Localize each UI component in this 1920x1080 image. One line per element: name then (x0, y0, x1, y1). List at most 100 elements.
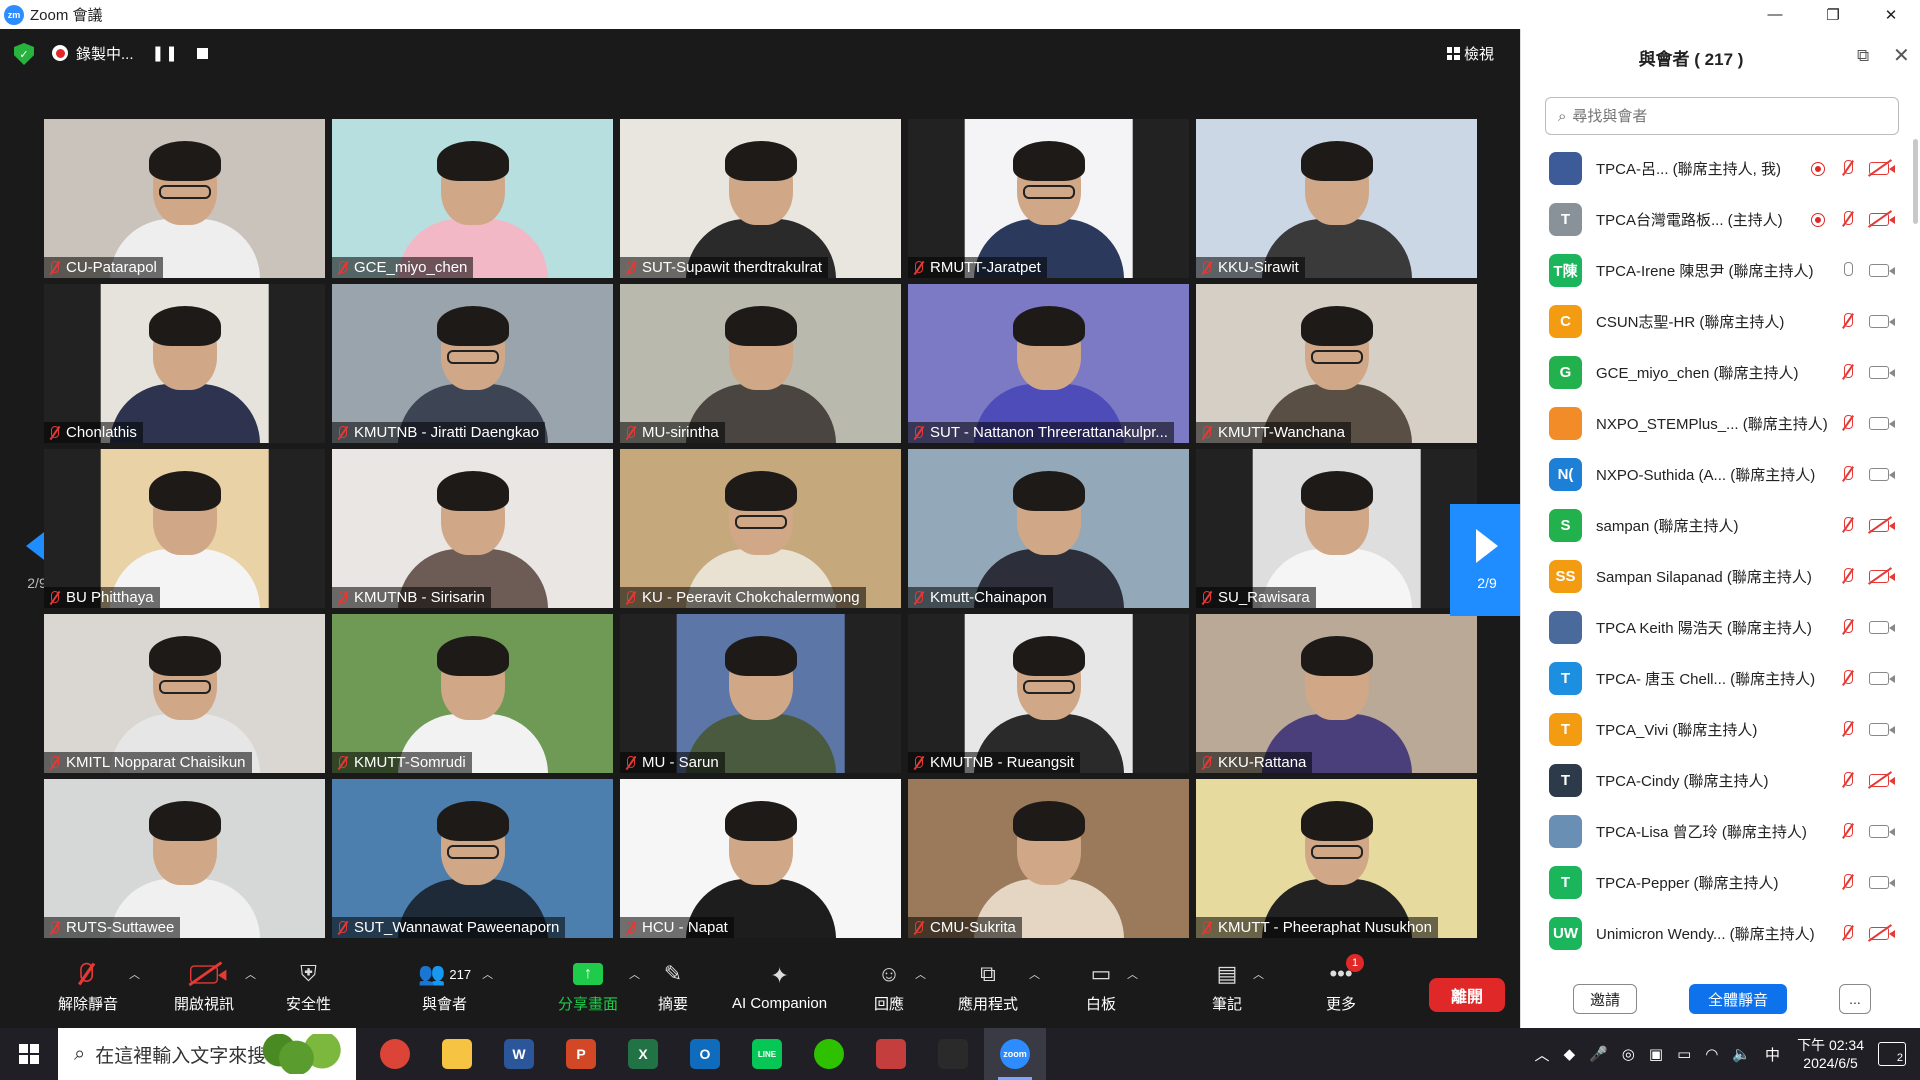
video-tile[interactable]: Chonlathis (44, 284, 325, 443)
chevron-up-icon[interactable]: ︿ (129, 966, 140, 982)
microphone-muted-icon[interactable] (1841, 873, 1855, 893)
view-button[interactable]: 檢視 (1446, 43, 1494, 64)
ai-companion-button[interactable]: ✦ AI Companion (732, 952, 827, 1022)
video-tile[interactable]: SUT - Nattanon Threerattanakulpr... (908, 284, 1189, 443)
participant-row[interactable]: TPCA Keith 陽浩天 (聯席主持人) (1521, 602, 1911, 653)
camera-off-icon[interactable] (1869, 927, 1895, 940)
participants-button[interactable]: 👥 217 與會者 ︿ (418, 952, 493, 1022)
close-panel-icon[interactable]: ✕ (1893, 43, 1910, 68)
video-tile[interactable]: KMUTT-Somrudi (332, 614, 613, 773)
start-video-button[interactable]: 開啟視訊 ︿ (174, 952, 256, 1022)
camera-icon[interactable] (1869, 417, 1895, 430)
taskbar-app-excel[interactable]: X (612, 1028, 674, 1080)
video-tile[interactable]: MU-sirintha (620, 284, 901, 443)
security-button[interactable]: ⛨ 安全性 (286, 952, 331, 1022)
panel-more-button[interactable]: ... (1839, 984, 1871, 1014)
participant-row[interactable]: T TPCA_Vivi (聯席主持人) (1521, 704, 1911, 755)
microphone-muted-icon[interactable] (1841, 771, 1855, 791)
minimize-icon[interactable]: — (1746, 0, 1804, 29)
camera-icon[interactable] (1869, 825, 1895, 838)
camera-off-icon[interactable] (1869, 774, 1895, 787)
chevron-up-icon[interactable]: ︿ (1029, 966, 1040, 982)
camera-off-icon[interactable] (1869, 570, 1895, 583)
more-button[interactable]: ••• 更多 1 (1326, 952, 1365, 1022)
stop-recording-icon[interactable] (196, 47, 208, 59)
participant-row[interactable]: T TPCA- 唐玉 Chell... (聯席主持人) (1521, 653, 1911, 704)
panel-scrollbar[interactable] (1913, 139, 1918, 224)
microphone-muted-icon[interactable] (1841, 159, 1855, 179)
tray-chevron-icon[interactable]: ︿ (1535, 1044, 1550, 1065)
video-tile[interactable]: KMUTT-Wanchana (1196, 284, 1477, 443)
close-window-icon[interactable]: ✕ (1862, 0, 1920, 29)
video-tile[interactable]: KMUTNB - Jiratti Daengkao (332, 284, 613, 443)
video-tile[interactable]: SUT-Supawit therdtrakulrat (620, 119, 901, 278)
taskbar-app-outlook[interactable]: O (674, 1028, 736, 1080)
participant-row[interactable]: NXPO_STEMPlus_... (聯席主持人) (1521, 398, 1911, 449)
participant-row[interactable]: UW Unimicron Wendy... (聯席主持人) (1521, 908, 1911, 959)
taskbar-app-wechat[interactable] (798, 1028, 860, 1080)
microphone-muted-icon[interactable] (1841, 567, 1855, 587)
tray-app-icon[interactable]: ◆ (1564, 1045, 1576, 1063)
microphone-muted-icon[interactable] (1841, 210, 1855, 230)
ime-indicator[interactable]: 中 (1765, 1044, 1780, 1065)
volume-icon[interactable]: 🔈 (1732, 1045, 1751, 1063)
chevron-up-icon[interactable]: ︿ (245, 966, 256, 982)
battery-icon[interactable]: ▭ (1677, 1045, 1691, 1063)
video-tile[interactable]: CMU-Sukrita (908, 779, 1189, 938)
video-tile[interactable]: Kmutt-Chainapon (908, 449, 1189, 608)
participant-row[interactable]: G GCE_miyo_chen (聯席主持人) (1521, 347, 1911, 398)
camera-off-icon[interactable] (1869, 213, 1895, 226)
taskbar-app-zoom[interactable]: zoom (984, 1028, 1046, 1080)
video-tile[interactable]: KMUTT - Pheeraphat Nusukhon (1196, 779, 1477, 938)
start-button[interactable] (0, 1028, 58, 1080)
participant-row[interactable]: C CSUN志聖-HR (聯席主持人) (1521, 296, 1911, 347)
reactions-button[interactable]: ☺ 回應 ︿ (874, 952, 926, 1022)
unmute-button[interactable]: 解除靜音 ︿ (58, 952, 140, 1022)
participant-row[interactable]: N(NXPO-Suthida (A... (聯席主持人) (1521, 449, 1911, 500)
microphone-muted-icon[interactable] (1841, 465, 1855, 485)
participant-row[interactable]: SS Sampan Silapanad (聯席主持人) (1521, 551, 1911, 602)
video-tile[interactable]: HCU - Napat (620, 779, 901, 938)
microphone-muted-icon[interactable] (1841, 312, 1855, 332)
camera-icon[interactable] (1869, 621, 1895, 634)
microphone-muted-icon[interactable] (1841, 669, 1855, 689)
participant-search-input[interactable] (1572, 107, 1873, 125)
chevron-up-icon[interactable]: ︿ (482, 966, 493, 982)
video-tile[interactable]: RMUTT-Jaratpet (908, 119, 1189, 278)
chevron-up-icon[interactable]: ︿ (1253, 966, 1264, 982)
participant-row[interactable]: T TPCA台灣電路板... (主持人) (1521, 194, 1911, 245)
microphone-muted-icon[interactable] (1841, 822, 1855, 842)
camera-off-icon[interactable] (1869, 162, 1895, 175)
camera-tray-icon[interactable]: ◎ (1622, 1045, 1635, 1063)
microphone-muted-icon[interactable] (1841, 924, 1855, 944)
restore-icon[interactable]: ❐ (1804, 0, 1862, 29)
camera-icon[interactable] (1869, 315, 1895, 328)
camera-icon[interactable] (1869, 672, 1895, 685)
video-tile[interactable]: BU Phitthaya (44, 449, 325, 608)
line-tray-icon[interactable]: ▣ (1649, 1045, 1663, 1063)
participant-search[interactable]: ⌕ (1545, 97, 1899, 135)
mute-all-button[interactable]: 全體靜音 (1689, 984, 1787, 1014)
video-tile[interactable]: KMUTNB - Sirisarin (332, 449, 613, 608)
taskbar-search[interactable]: ⌕ 在這裡輸入文字來搜尋 (58, 1028, 356, 1080)
taskbar-app-chrome[interactable] (364, 1028, 426, 1080)
camera-off-icon[interactable] (1869, 519, 1895, 532)
notes-button[interactable]: ▤ 筆記 ︿ (1212, 952, 1264, 1022)
camera-icon[interactable] (1869, 264, 1895, 277)
video-tile[interactable]: MU - Sarun (620, 614, 901, 773)
taskbar-app-snipping[interactable] (860, 1028, 922, 1080)
popout-icon[interactable]: ⧉ (1857, 46, 1869, 66)
participant-row[interactable]: T TPCA-Cindy (聯席主持人) (1521, 755, 1911, 806)
participant-row[interactable]: Ssampan (聯席主持人) (1521, 500, 1911, 551)
taskbar-app-line[interactable]: LINE (736, 1028, 798, 1080)
video-tile[interactable]: SU_Rawisara (1196, 449, 1477, 608)
whiteboard-button[interactable]: ▭ 白板 ︿ (1086, 952, 1138, 1022)
taskbar-app-word[interactable]: W (488, 1028, 550, 1080)
chevron-up-icon[interactable]: ︿ (629, 966, 640, 982)
microphone-muted-icon[interactable] (1841, 618, 1855, 638)
video-tile[interactable]: KU - Peeravit Chokchalermwong (620, 449, 901, 608)
video-tile[interactable]: RUTS-Suttawee (44, 779, 325, 938)
microphone-tray-icon[interactable]: 🎤 (1589, 1045, 1608, 1063)
microphone-muted-icon[interactable] (1841, 720, 1855, 740)
pause-recording-icon[interactable]: ❚❚ (152, 44, 179, 62)
